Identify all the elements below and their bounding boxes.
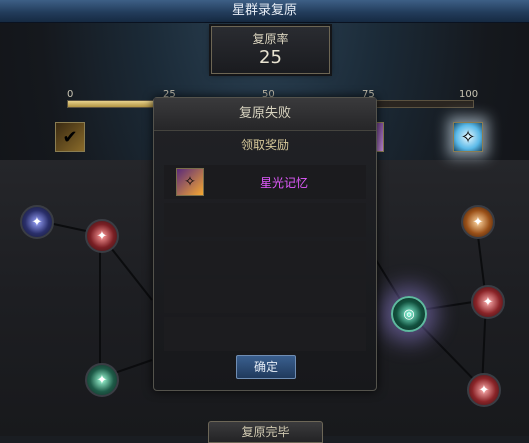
starlight-memory-icon[interactable]: ✧ — [176, 168, 204, 196]
star-node-icon[interactable]: ✦ — [85, 363, 119, 397]
empty-reward-slot — [164, 317, 366, 351]
star-node-icon[interactable]: ✦ — [467, 373, 501, 407]
star-node-icon[interactable]: ✦ — [20, 205, 54, 239]
active-star-node-icon[interactable]: ◎ — [391, 296, 427, 332]
star-node-icon[interactable]: ✦ — [85, 219, 119, 253]
reward-row: ✧ 星光记忆 — [164, 165, 366, 199]
star-node-icon[interactable]: ✦ — [461, 205, 495, 239]
star-node-icon[interactable]: ✦ — [471, 285, 505, 319]
recovery-complete-tab[interactable]: 复原完毕 — [208, 421, 323, 443]
confirm-button[interactable]: 确定 — [236, 355, 296, 379]
reward-name: 星光记忆 — [260, 176, 309, 190]
dialog-title: 复原失败 — [154, 98, 376, 131]
dialog-subtitle: 领取奖励 — [240, 138, 289, 152]
empty-reward-slot — [164, 279, 366, 313]
empty-reward-slot — [164, 203, 366, 237]
empty-reward-slot — [164, 241, 366, 275]
result-dialog: 复原失败 领取奖励 ✧ 星光记忆 确定 — [153, 97, 377, 391]
